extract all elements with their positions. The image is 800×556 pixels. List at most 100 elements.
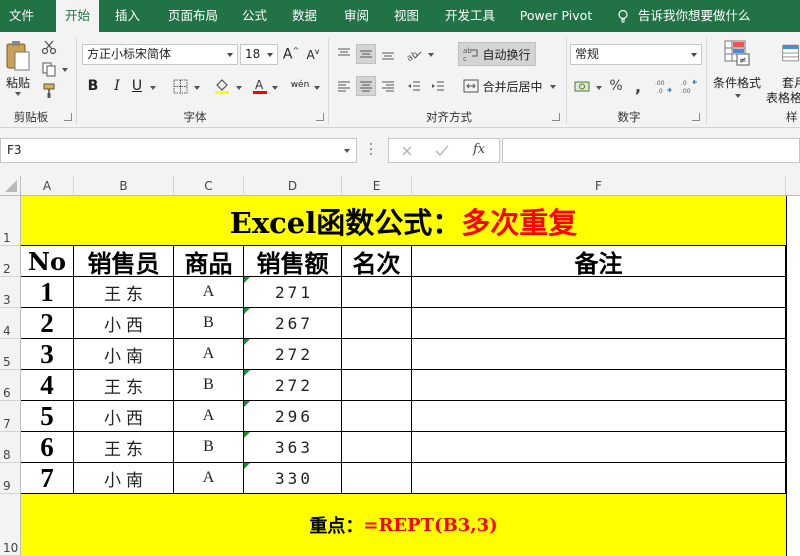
column-header-E[interactable]: E	[342, 176, 412, 196]
clipboard-launcher[interactable]	[64, 113, 72, 121]
align-top-button[interactable]	[334, 44, 354, 64]
column-header-C[interactable]: C	[174, 176, 244, 196]
tab-data[interactable]: 数据	[283, 0, 326, 32]
cell-product[interactable]: A	[174, 401, 244, 432]
orientation-dropdown-arrow[interactable]	[428, 53, 434, 57]
row-header-8[interactable]: 8	[0, 432, 21, 463]
column-header-F[interactable]: F	[412, 176, 786, 196]
cell-amount[interactable]: 271	[244, 277, 342, 308]
column-G-cells[interactable]	[786, 196, 800, 556]
phonetic-dropdown-arrow[interactable]	[314, 86, 320, 90]
select-all-corner[interactable]	[0, 176, 21, 196]
tab-page-layout[interactable]: 页面布局	[160, 0, 226, 32]
decrease-font-button[interactable]: Av	[304, 44, 322, 65]
column-header-D[interactable]: D	[244, 176, 342, 196]
cell-salesperson[interactable]: 王东	[74, 370, 174, 401]
cell-salesperson[interactable]: 王东	[74, 277, 174, 308]
fill-color-dropdown-arrow[interactable]	[236, 86, 242, 90]
tab-developer[interactable]: 开发工具	[437, 0, 503, 32]
cell-no[interactable]: 4	[21, 370, 74, 401]
paste-button[interactable]	[4, 38, 32, 74]
cell-no[interactable]: 6	[21, 432, 74, 463]
insert-function-button[interactable]: fx	[473, 142, 485, 157]
cell-rank[interactable]	[342, 463, 412, 494]
align-middle-button[interactable]	[356, 44, 376, 64]
borders-dropdown-arrow[interactable]	[194, 86, 200, 90]
copy-button[interactable]	[40, 60, 58, 78]
increase-font-button[interactable]: A^	[282, 44, 300, 65]
font-color-button[interactable]: A	[250, 76, 270, 96]
row-header-5[interactable]: 5	[0, 339, 21, 370]
cell-amount[interactable]: 296	[244, 401, 342, 432]
cell-salesperson[interactable]: 王东	[74, 432, 174, 463]
header-cell-remarks[interactable]: 备注	[412, 246, 786, 277]
cell-no[interactable]: 1	[21, 277, 74, 308]
font-launcher[interactable]	[316, 113, 324, 121]
format-painter-button[interactable]	[40, 82, 58, 100]
cell-rank[interactable]	[342, 401, 412, 432]
underline-dropdown-arrow[interactable]	[150, 86, 156, 90]
column-header-B[interactable]: B	[74, 176, 174, 196]
cancel-entry-icon[interactable]	[401, 145, 413, 157]
format-as-table-button[interactable]	[778, 38, 800, 68]
cell-amount[interactable]: 272	[244, 339, 342, 370]
note-cell[interactable]: 重点： =REPT(B3,3)	[21, 494, 786, 556]
cell-no[interactable]: 5	[21, 401, 74, 432]
row-header-10[interactable]: 10	[0, 494, 21, 556]
tab-home[interactable]: 开始	[56, 0, 99, 32]
borders-button[interactable]	[170, 76, 190, 96]
merge-center-dropdown-arrow[interactable]	[550, 85, 556, 89]
font-color-dropdown-arrow[interactable]	[272, 86, 278, 90]
align-right-button[interactable]	[378, 76, 398, 96]
cell-salesperson[interactable]: 小西	[74, 401, 174, 432]
cell-remarks[interactable]	[412, 401, 786, 432]
tab-file[interactable]: 文件	[0, 0, 43, 32]
align-bottom-button[interactable]	[378, 44, 398, 64]
cell-no[interactable]: 2	[21, 308, 74, 339]
cell-salesperson[interactable]: 小南	[74, 463, 174, 494]
column-header-A[interactable]: A	[21, 176, 74, 196]
row-header-6[interactable]: 6	[0, 370, 21, 401]
cell-no[interactable]: 3	[21, 339, 74, 370]
header-cell-salesperson[interactable]: 销售员	[74, 246, 174, 277]
font-name-combo[interactable]: 方正小标宋简体	[82, 44, 238, 65]
cell-product[interactable]: A	[174, 463, 244, 494]
tell-me-box[interactable]: 告诉我你想要做什么	[612, 0, 751, 32]
cell-product[interactable]: B	[174, 432, 244, 463]
cell-salesperson[interactable]: 小南	[74, 339, 174, 370]
percent-style-button[interactable]: %	[606, 76, 626, 96]
row-header-1[interactable]: 1	[0, 196, 21, 246]
decrease-decimal-button[interactable]: .0.00	[680, 76, 700, 96]
column-header-G[interactable]	[786, 176, 800, 196]
cell-remarks[interactable]	[412, 277, 786, 308]
row-header-2[interactable]: 2	[0, 246, 21, 277]
row-header-3[interactable]: 3	[0, 277, 21, 308]
cell-remarks[interactable]	[412, 370, 786, 401]
fill-color-button[interactable]	[212, 76, 232, 96]
cell-remarks[interactable]	[412, 339, 786, 370]
conditional-format-dropdown-arrow[interactable]	[735, 94, 741, 98]
tab-formulas[interactable]: 公式	[233, 0, 276, 32]
row-header-7[interactable]: 7	[0, 401, 21, 432]
align-center-button[interactable]	[356, 76, 376, 96]
accounting-dropdown-arrow[interactable]	[596, 86, 602, 90]
formula-bar-splitter[interactable]	[370, 143, 373, 158]
header-cell-no[interactable]: No	[21, 246, 74, 277]
cell-rank[interactable]	[342, 277, 412, 308]
comma-style-button[interactable]: ,	[630, 76, 646, 96]
orientation-button[interactable]: ab	[404, 44, 424, 64]
conditional-format-button[interactable]: ≠	[722, 38, 752, 68]
italic-button[interactable]: I	[108, 76, 126, 96]
header-cell-product[interactable]: 商品	[174, 246, 244, 277]
cell-product[interactable]: A	[174, 339, 244, 370]
row-header-4[interactable]: 4	[0, 308, 21, 339]
cell-rank[interactable]	[342, 339, 412, 370]
cell-salesperson[interactable]: 小西	[74, 308, 174, 339]
cell-product[interactable]: A	[174, 277, 244, 308]
cell-amount[interactable]: 330	[244, 463, 342, 494]
formula-input[interactable]	[502, 138, 800, 163]
tab-review[interactable]: 审阅	[335, 0, 378, 32]
alignment-launcher[interactable]	[552, 113, 560, 121]
cell-product[interactable]: B	[174, 370, 244, 401]
increase-decimal-button[interactable]: .00.0	[654, 76, 674, 96]
